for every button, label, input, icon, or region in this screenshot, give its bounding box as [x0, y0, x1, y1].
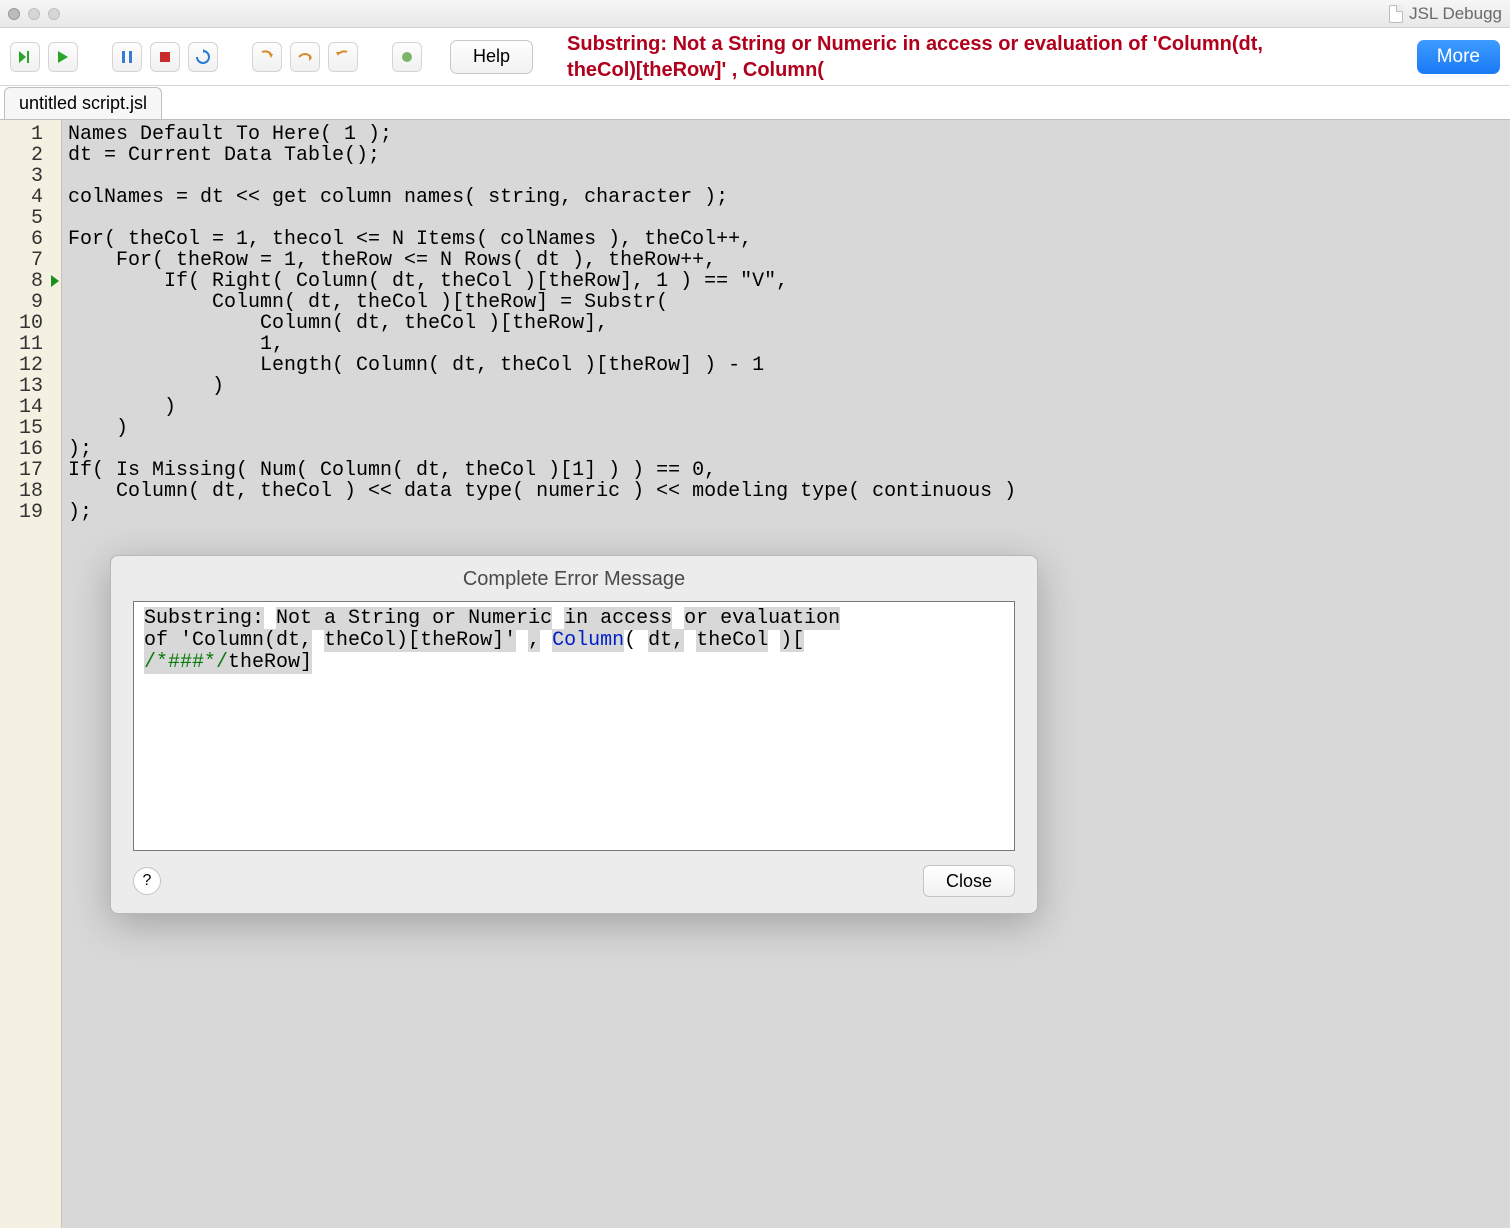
line-number: 15 [0, 418, 61, 439]
breakpoints-button[interactable] [392, 42, 422, 72]
line-number: 13 [0, 376, 61, 397]
dialog-close-button[interactable]: Close [923, 865, 1015, 897]
window-close-button[interactable] [8, 8, 20, 20]
step-out-button[interactable] [328, 42, 358, 72]
step-over-button[interactable] [290, 42, 320, 72]
error-dialog: Complete Error Message Substring: Not a … [110, 555, 1038, 914]
line-number: 2 [0, 145, 61, 166]
line-number: 5 [0, 208, 61, 229]
step-into-button[interactable] [252, 42, 282, 72]
error-summary: Substring: Not a String or Numeric in ac… [567, 31, 1267, 83]
line-number: 11 [0, 334, 61, 355]
line-number: 14 [0, 397, 61, 418]
traffic-lights [8, 8, 60, 20]
window-minimize-button[interactable] [28, 8, 40, 20]
pause-button[interactable] [112, 42, 142, 72]
line-number: 16 [0, 439, 61, 460]
window-title: JSL Debugg [1409, 4, 1502, 24]
line-number: 3 [0, 166, 61, 187]
line-number: 12 [0, 355, 61, 376]
line-number: 19 [0, 502, 61, 523]
more-button[interactable]: More [1417, 40, 1500, 74]
line-number: 1 [0, 124, 61, 145]
window-titlebar: JSL Debugg [0, 0, 1510, 28]
tab-bar: untitled script.jsl [0, 86, 1510, 120]
dialog-help-button[interactable]: ? [133, 867, 161, 895]
dialog-title: Complete Error Message [111, 556, 1037, 601]
line-number: 17 [0, 460, 61, 481]
help-button[interactable]: Help [450, 40, 533, 74]
line-number: 6 [0, 229, 61, 250]
line-number: 9 [0, 292, 61, 313]
stop-button[interactable] [150, 42, 180, 72]
toolbar: Help Substring: Not a String or Numeric … [0, 28, 1510, 86]
dialog-body[interactable]: Substring: Not a String or Numeric in ac… [133, 601, 1015, 851]
tab-active[interactable]: untitled script.jsl [4, 87, 162, 119]
line-number: 4 [0, 187, 61, 208]
line-number: 18 [0, 481, 61, 502]
window-zoom-button[interactable] [48, 8, 60, 20]
restart-button[interactable] [188, 42, 218, 72]
code-editor[interactable]: 12345678910111213141516171819 Names Defa… [0, 120, 1510, 1228]
run-button[interactable] [48, 42, 78, 72]
line-number: 10 [0, 313, 61, 334]
line-number: 7 [0, 250, 61, 271]
line-number: 8 [0, 271, 61, 292]
document-icon [1389, 5, 1403, 23]
line-gutter: 12345678910111213141516171819 [0, 120, 62, 1228]
run-skip-button[interactable] [10, 42, 40, 72]
